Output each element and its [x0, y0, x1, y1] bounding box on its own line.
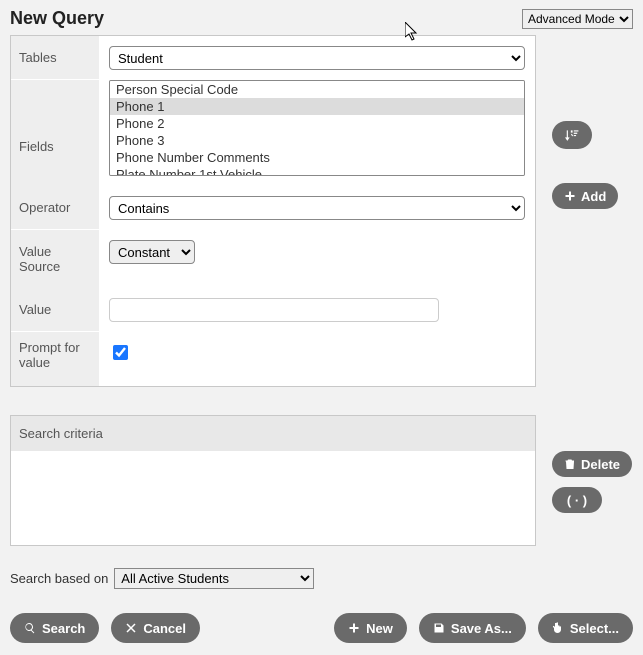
paren-button[interactable]: ( · ) [552, 487, 602, 513]
page-title: New Query [10, 8, 104, 29]
mode-select[interactable]: Advanced Mode [522, 9, 633, 29]
sort-button[interactable] [552, 121, 592, 149]
search-based-on-select[interactable]: All Active Students [114, 568, 314, 589]
fields-option[interactable]: Plate Number 1st Vehicle [110, 166, 524, 176]
fields-option[interactable]: Phone 2 [110, 115, 524, 132]
fields-option[interactable]: Phone Number Comments [110, 149, 524, 166]
search-criteria-panel: Search criteria [10, 415, 536, 546]
fields-label: Fields [11, 80, 99, 186]
search-button[interactable]: Search [10, 613, 99, 643]
plus-icon [348, 622, 360, 634]
search-icon [24, 622, 36, 634]
fields-option[interactable]: Person Special Code [110, 81, 524, 98]
new-button[interactable]: New [334, 613, 407, 643]
delete-button-label: Delete [581, 457, 620, 472]
select-button[interactable]: Select... [538, 613, 633, 643]
save-as-button-label: Save As... [451, 621, 512, 636]
fields-option[interactable]: Phone 1 [110, 98, 524, 115]
tables-label: Tables [11, 36, 99, 79]
add-button[interactable]: Add [552, 183, 618, 209]
value-label: Value [11, 288, 99, 331]
plus-icon [564, 190, 576, 202]
operator-select[interactable]: Contains [109, 196, 525, 220]
new-button-label: New [366, 621, 393, 636]
operator-label: Operator [11, 186, 99, 229]
search-button-label: Search [42, 621, 85, 636]
select-button-label: Select... [570, 621, 619, 636]
trash-icon [564, 458, 576, 470]
value-input[interactable] [109, 298, 439, 322]
tables-select[interactable]: Student [109, 46, 525, 70]
sort-icon [565, 128, 579, 142]
query-form: Tables Student Fields Person Special Cod… [10, 35, 536, 387]
hand-icon [552, 622, 564, 634]
fields-option[interactable]: Phone 3 [110, 132, 524, 149]
search-criteria-header: Search criteria [11, 416, 535, 451]
value-source-label: Value Source [11, 230, 99, 288]
close-icon [125, 622, 137, 634]
paren-button-label: ( · ) [567, 493, 587, 508]
prompt-for-value-label: Prompt for value [11, 332, 99, 386]
add-button-label: Add [581, 189, 606, 204]
prompt-for-value-checkbox[interactable] [113, 345, 128, 360]
fields-listbox[interactable]: Person Special CodePhone 1Phone 2Phone 3… [109, 80, 525, 176]
cancel-button-label: Cancel [143, 621, 186, 636]
cancel-button[interactable]: Cancel [111, 613, 200, 643]
save-icon [433, 622, 445, 634]
search-criteria-body[interactable] [11, 451, 535, 545]
delete-button[interactable]: Delete [552, 451, 632, 477]
search-based-on-label: Search based on [10, 571, 108, 586]
save-as-button[interactable]: Save As... [419, 613, 526, 643]
value-source-select[interactable]: Constant [109, 240, 195, 264]
